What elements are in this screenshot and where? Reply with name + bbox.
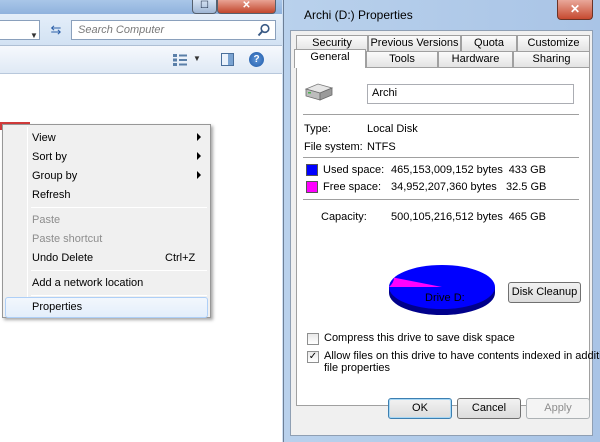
view-options-icon[interactable] [173, 54, 187, 66]
tab-sharing[interactable]: Sharing [513, 51, 590, 67]
close-button[interactable]: ✕ [217, 0, 276, 14]
menu-item-label: Properties [32, 301, 83, 313]
hard-drive-icon [304, 83, 334, 101]
index-checkbox[interactable]: ✓ [307, 351, 319, 363]
index-label-line2: file properties [324, 362, 391, 374]
disk-usage-pie-chart [389, 265, 495, 315]
free-space-label: Free space: [323, 181, 382, 193]
free-space-size: 32.5 GB [506, 181, 547, 193]
used-space-label: Used space: [323, 164, 385, 176]
ok-button[interactable]: OK [388, 398, 452, 419]
drive-caption: Drive D: [425, 292, 465, 304]
type-value: Local Disk [367, 123, 418, 135]
separator [303, 199, 579, 200]
menu-item-label: Add a network location [32, 277, 144, 289]
index-label-line1: Allow files on this drive to have conten… [324, 350, 600, 362]
disk-cleanup-button[interactable]: Disk Cleanup [508, 282, 581, 303]
menu-item-undo-delete[interactable]: Undo Delete Ctrl+Z [5, 248, 208, 269]
search-placeholder: Search Computer [78, 24, 165, 36]
menu-item-label: Sort by [32, 151, 67, 163]
tab-label: General [310, 51, 350, 63]
tab-label: Quota [474, 37, 504, 49]
search-icon[interactable] [257, 23, 271, 37]
file-system-label: File system: [304, 141, 363, 153]
compress-label: Compress this drive to save disk space [324, 332, 515, 344]
menu-item-label: Paste shortcut [32, 233, 103, 245]
menu-item-sort-by[interactable]: Sort by [5, 147, 208, 168]
address-bar-area: ▼ ⇆ Search Computer [0, 14, 282, 46]
tab-customize[interactable]: Customize [517, 35, 590, 51]
tab-label: Previous Versions [370, 37, 459, 49]
menu-item-view[interactable]: View [5, 128, 208, 149]
preview-pane-icon[interactable] [221, 53, 234, 66]
used-space-swatch [306, 164, 318, 176]
cancel-button[interactable]: Cancel [457, 398, 521, 419]
tab-label: Customize [527, 37, 580, 49]
menu-item-refresh[interactable]: Refresh [5, 185, 208, 206]
search-input[interactable]: Search Computer [71, 20, 276, 40]
used-space-size: 433 GB [508, 164, 546, 176]
submenu-arrow-icon [197, 171, 201, 179]
tab-quota[interactable]: Quota [461, 35, 517, 51]
dialog-title: Archi (D:) Properties [304, 8, 413, 22]
tab-label: Hardware [451, 53, 500, 65]
separator [303, 114, 579, 115]
apply-button[interactable]: Apply [526, 398, 590, 419]
menu-separator [31, 295, 207, 296]
explorer-toolbar: ▼ ? [0, 46, 282, 74]
refresh-icon[interactable]: ⇆ [46, 21, 66, 39]
menu-item-paste-shortcut[interactable]: Paste shortcut [5, 229, 208, 250]
tab-tools[interactable]: Tools [366, 51, 438, 67]
menu-item-add-network-location[interactable]: Add a network location [5, 273, 208, 294]
menu-item-label: Undo Delete [32, 252, 94, 264]
dialog-client-area: Security Previous Versions Quota Customi… [290, 30, 600, 436]
chevron-down-icon[interactable]: ▼ [30, 31, 38, 40]
close-button[interactable]: ✕ [557, 0, 593, 20]
compress-checkbox[interactable] [307, 333, 319, 345]
separator [303, 157, 579, 158]
menu-item-label: Group by [32, 170, 78, 182]
capacity-label: Capacity: [321, 211, 367, 223]
free-space-swatch [306, 181, 318, 193]
tab-label: Sharing [532, 53, 571, 65]
tab-general[interactable]: General [294, 49, 366, 68]
explorer-titlebar: ☐ ✕ [0, 0, 282, 14]
drive-label-input[interactable]: Archi [367, 84, 574, 104]
menu-item-label: View [32, 132, 56, 144]
tab-hardware[interactable]: Hardware [438, 51, 513, 67]
menu-separator [31, 207, 207, 208]
tab-previous-versions[interactable]: Previous Versions [368, 35, 461, 51]
help-icon[interactable]: ? [249, 52, 264, 67]
tab-label: Security [312, 37, 352, 49]
file-system-value: NTFS [367, 141, 396, 153]
type-label: Type: [304, 123, 331, 135]
submenu-arrow-icon [197, 133, 201, 141]
menu-item-paste[interactable]: Paste [5, 210, 208, 231]
menu-item-label: Refresh [32, 189, 71, 201]
submenu-arrow-icon [197, 152, 201, 160]
menu-separator [31, 270, 207, 271]
menu-item-properties[interactable]: Properties [5, 297, 208, 318]
view-dropdown-icon[interactable]: ▼ [193, 54, 201, 63]
properties-dialog: Archi (D:) Properties ✕ Security Previou… [283, 0, 600, 442]
capacity-bytes: 500,105,216,512 bytes [391, 211, 503, 223]
capacity-size: 465 GB [508, 211, 546, 223]
menu-item-group-by[interactable]: Group by [5, 166, 208, 187]
context-menu: View Sort by Group by Refresh Paste Past… [2, 124, 211, 318]
tab-label: Tools [389, 53, 415, 65]
menu-item-label: Paste [32, 214, 61, 226]
menu-item-shortcut: Ctrl+Z [165, 252, 196, 264]
free-space-bytes: 34,952,207,360 bytes [391, 181, 497, 193]
address-bar[interactable]: ▼ [0, 20, 40, 40]
maximize-button[interactable]: ☐ [192, 0, 217, 14]
used-space-bytes: 465,153,009,152 bytes [391, 164, 503, 176]
